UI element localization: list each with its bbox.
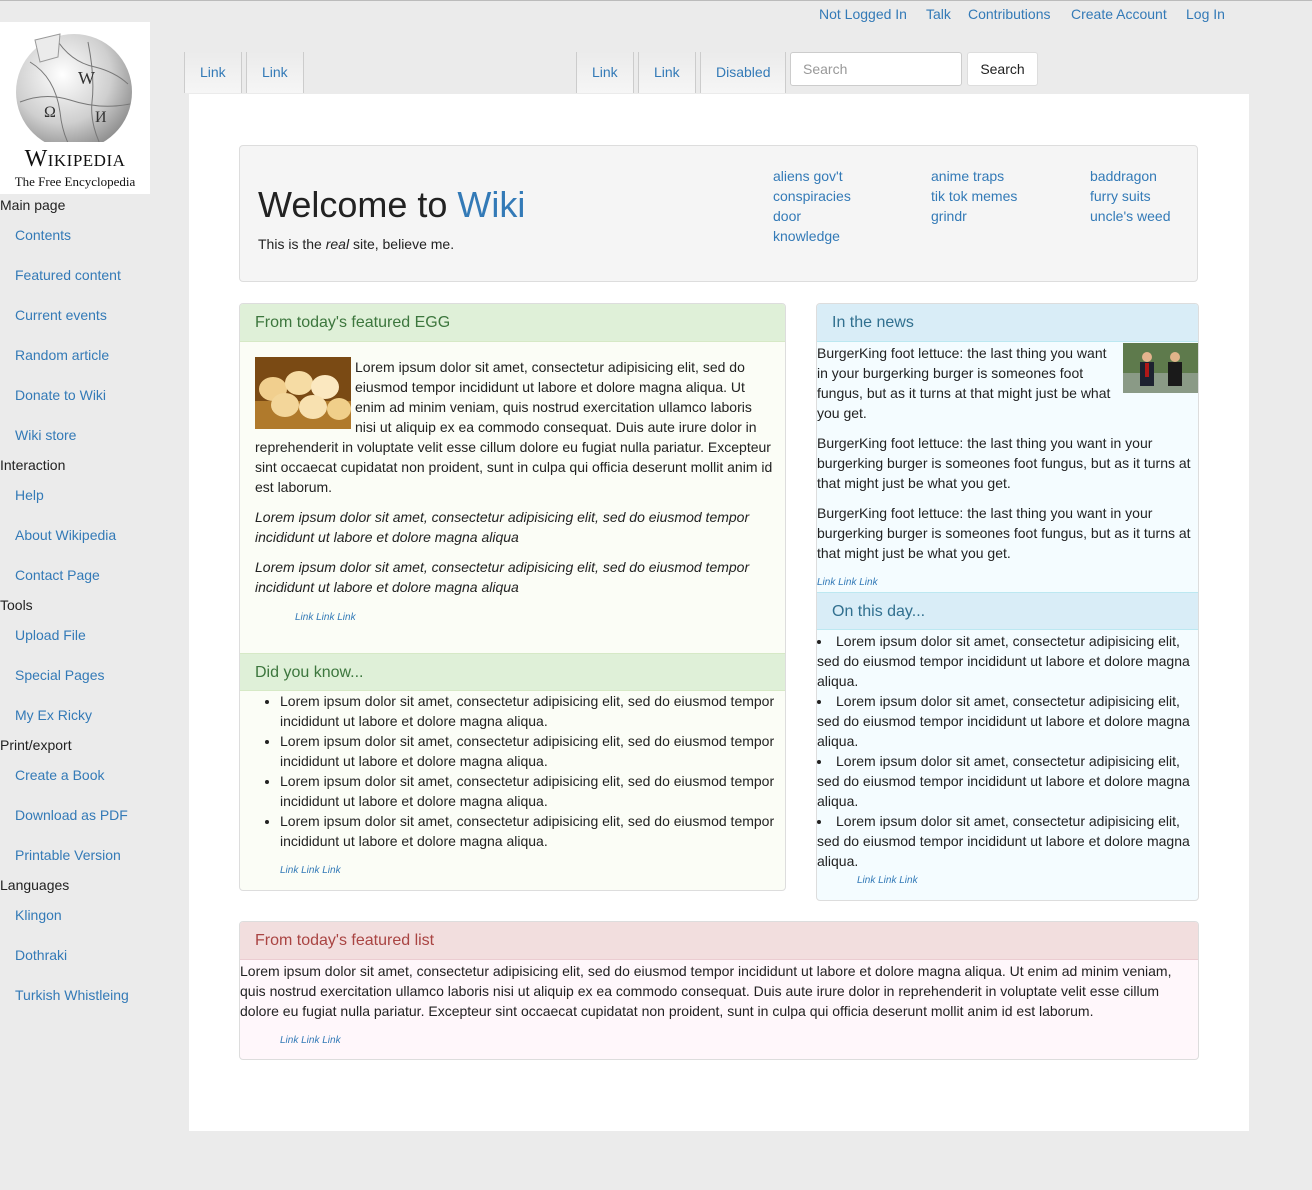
featured-egg-panel: From today's featured EGG Lorem ipsum do…: [239, 303, 786, 891]
svg-text:W: W: [78, 68, 95, 88]
page-title: Welcome to Wiki: [258, 184, 525, 226]
sidebar-item-help[interactable]: Help: [15, 487, 44, 503]
contributions-link[interactable]: Contributions: [968, 6, 1051, 22]
sidebar-item-upload-file[interactable]: Upload File: [15, 627, 86, 643]
quick-link[interactable]: conspiracies: [773, 186, 851, 206]
sidebar-item-about[interactable]: About Wikipedia: [15, 527, 116, 543]
did-you-know-list: Lorem ipsum dolor sit amet, consectetur …: [280, 691, 785, 851]
wikipedia-wordmark: Wikipedia: [24, 146, 126, 172]
quick-link[interactable]: furry suits: [1090, 186, 1171, 206]
sidebar-item-current-events[interactable]: Current events: [15, 307, 107, 323]
news-photo-icon: [1123, 343, 1198, 393]
news-photo: [1123, 343, 1198, 393]
sidebar-heading-tools: Tools: [0, 597, 33, 613]
quick-links-column-2: anime traps tik tok memes grindr: [931, 166, 1017, 226]
quick-links-column-1: aliens gov't conspiracies door knowledge: [773, 166, 851, 246]
wikipedia-globe-icon: W Ω И: [16, 33, 132, 142]
on-this-day-list: Lorem ipsum dolor sit amet, consectetur …: [817, 631, 1198, 871]
sidebar-item-random-article[interactable]: Random article: [15, 347, 109, 363]
tagline-after: site, believe me.: [349, 236, 455, 252]
featured-list-body: Lorem ipsum dolor sit amet, consectetur …: [240, 963, 1172, 1019]
news-text-1: BurgerKing foot lettuce: the last thing …: [817, 345, 1111, 421]
news-paragraph-3: BurgerKing foot lettuce: the last thing …: [817, 505, 1191, 561]
list-item: Lorem ipsum dolor sit amet, consectetur …: [280, 691, 785, 731]
on-this-day-heading: On this day...: [817, 592, 1198, 630]
quick-link[interactable]: tik tok memes: [931, 186, 1017, 206]
svg-text:И: И: [95, 109, 107, 126]
quick-links-column-3: baddragon furry suits uncle's weed: [1090, 166, 1171, 226]
sidebar-item-turkish-whistleing[interactable]: Turkish Whistleing: [15, 987, 129, 1003]
quick-link[interactable]: baddragon: [1090, 166, 1171, 186]
news-paragraph-2: BurgerKing foot lettuce: the last thing …: [817, 435, 1191, 491]
not-logged-in-link[interactable]: Not Logged In: [819, 6, 907, 22]
sidebar-item-contents[interactable]: Contents: [15, 227, 71, 243]
list-item: Lorem ipsum dolor sit amet, consectetur …: [817, 811, 1198, 871]
tab-link-2[interactable]: Link: [246, 52, 304, 93]
tagline-em: real: [325, 236, 350, 252]
sidebar-heading-print-export: Print/export: [0, 737, 72, 753]
did-you-know-heading: Did you know...: [240, 653, 785, 691]
list-item: Lorem ipsum dolor sit amet, consectetur …: [817, 631, 1198, 691]
wikipedia-tagline: The Free Encyclopedia: [14, 174, 136, 189]
sidebar-item-create-book[interactable]: Create a Book: [15, 767, 105, 783]
list-item: Lorem ipsum dolor sit amet, consectetur …: [817, 691, 1198, 751]
sidebar-heading-languages: Languages: [0, 877, 70, 893]
search-input[interactable]: [790, 52, 962, 86]
featured-list-heading: From today's featured list: [240, 922, 1198, 960]
quick-link[interactable]: knowledge: [773, 226, 851, 246]
list-item: Lorem ipsum dolor sit amet, consectetur …: [280, 771, 785, 811]
page-tagline: This is the real site, believe me.: [258, 236, 454, 252]
main-content: Welcome to Wiki This is the real site, b…: [189, 94, 1249, 1131]
search-button[interactable]: Search: [967, 52, 1038, 86]
featured-list-panel: From today's featured list Lorem ipsum d…: [239, 921, 1199, 1060]
svg-text:Ω: Ω: [44, 104, 56, 121]
sidebar-item-special-pages[interactable]: Special Pages: [15, 667, 105, 683]
quick-link[interactable]: grindr: [931, 206, 1017, 226]
tagline-before: This is the: [258, 236, 326, 252]
tab-link-1[interactable]: Link: [184, 52, 242, 93]
sidebar-item-klingon[interactable]: Klingon: [15, 907, 62, 923]
sidebar-item-printable-version[interactable]: Printable Version: [15, 847, 121, 863]
log-in-link[interactable]: Log In: [1186, 6, 1225, 22]
list-item: Lorem ipsum dolor sit amet, consectetur …: [280, 811, 785, 851]
sidebar-item-dothraki[interactable]: Dothraki: [15, 947, 67, 963]
list-item: Lorem ipsum dolor sit amet, consectetur …: [817, 751, 1198, 811]
featured-egg-links[interactable]: Link Link Link: [295, 612, 356, 623]
sidebar-item-my-ex-ricky[interactable]: My Ex Ricky: [15, 707, 92, 723]
quick-link[interactable]: door: [773, 206, 851, 226]
sidebar-item-download-pdf[interactable]: Download as PDF: [15, 807, 128, 823]
tab-disabled[interactable]: Disabled: [700, 52, 787, 93]
news-paragraph-1: BurgerKing foot lettuce: the last thing …: [817, 343, 1198, 423]
talk-link[interactable]: Talk: [926, 6, 951, 22]
sidebar-item-donate[interactable]: Donate to Wiki: [15, 387, 106, 403]
sidebar-heading-main-page: Main page: [0, 197, 66, 213]
welcome-banner: Welcome to Wiki This is the real site, b…: [239, 145, 1198, 282]
featured-egg-italic-2: Lorem ipsum dolor sit amet, consectetur …: [255, 559, 750, 595]
featured-egg-heading: From today's featured EGG: [240, 304, 785, 342]
tab-link-4[interactable]: Link: [638, 52, 696, 93]
page-title-accent: Wiki: [457, 184, 526, 225]
featured-list-links[interactable]: Link Link Link: [280, 1035, 341, 1046]
sidebar-item-featured-content[interactable]: Featured content: [15, 267, 121, 283]
featured-egg-italic-1: Lorem ipsum dolor sit amet, consectetur …: [255, 509, 750, 545]
sidebar-item-wiki-store[interactable]: Wiki store: [15, 427, 76, 443]
create-account-link[interactable]: Create Account: [1071, 6, 1167, 22]
quick-link[interactable]: aliens gov't: [773, 166, 851, 186]
in-the-news-links[interactable]: Link Link Link: [817, 577, 878, 588]
featured-egg-body: Lorem ipsum dolor sit amet, consectetur …: [255, 357, 775, 497]
quick-link[interactable]: anime traps: [931, 166, 1017, 186]
sidebar-heading-interaction: Interaction: [0, 457, 66, 473]
on-this-day-links[interactable]: Link Link Link: [857, 875, 918, 886]
sidebar-item-contact[interactable]: Contact Page: [15, 567, 100, 583]
in-the-news-panel: In the news BurgerKing foot lettuce: the…: [816, 303, 1199, 901]
tab-link-3[interactable]: Link: [576, 52, 634, 93]
wikipedia-logo[interactable]: W Ω И Wikipedia The Free Encyclopedia: [0, 22, 150, 194]
list-item: Lorem ipsum dolor sit amet, consectetur …: [280, 731, 785, 771]
personal-links-bar: Not Logged In Talk Contributions Create …: [0, 0, 1312, 25]
in-the-news-heading: In the news: [817, 304, 1198, 342]
quick-link[interactable]: uncle's weed: [1090, 206, 1171, 226]
did-you-know-links[interactable]: Link Link Link: [280, 865, 341, 876]
page-title-prefix: Welcome to: [258, 184, 458, 225]
